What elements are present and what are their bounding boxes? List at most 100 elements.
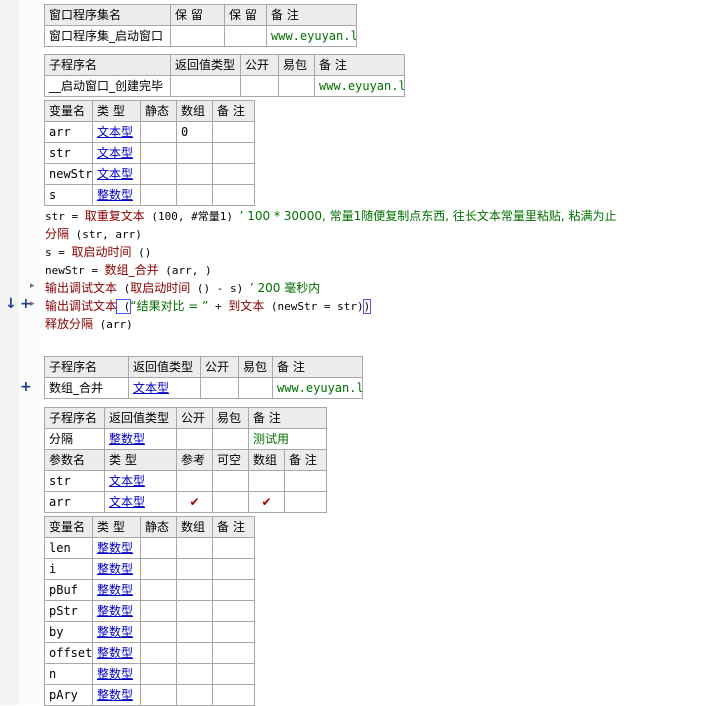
var-remark-cell[interactable] [212, 600, 255, 622]
return-type-cell[interactable]: 文本型 [128, 377, 201, 399]
sub-name-cell[interactable]: __启动窗口_创建完毕 [44, 75, 171, 97]
var-array-cell[interactable] [176, 163, 213, 185]
var-static-cell[interactable] [140, 663, 177, 685]
code-line-3[interactable]: s = 取启动时间 () [45, 243, 151, 261]
var-type-cell[interactable]: 整数型 [92, 537, 141, 559]
param-type-cell[interactable]: 文本型 [104, 491, 177, 513]
var-array-cell[interactable] [176, 184, 213, 206]
public-cell[interactable] [176, 428, 213, 450]
param-optional-cell[interactable] [212, 470, 249, 492]
var-name-cell[interactable]: str [44, 142, 93, 164]
var-type-cell[interactable]: 整数型 [92, 642, 141, 664]
var-array-cell[interactable] [176, 537, 213, 559]
var-remark-cell[interactable] [212, 163, 255, 185]
var-remark-cell[interactable] [212, 621, 255, 643]
param-name-cell[interactable]: str [44, 470, 105, 492]
var-static-cell[interactable] [140, 579, 177, 601]
var-remark-cell[interactable] [212, 579, 255, 601]
var-name-cell[interactable]: newStr [44, 163, 93, 185]
var-type-cell[interactable]: 文本型 [92, 121, 141, 143]
epack-cell[interactable] [278, 75, 315, 97]
var-type-cell[interactable]: 整数型 [92, 579, 141, 601]
var-type-cell[interactable]: 文本型 [92, 142, 141, 164]
remark-cell[interactable]: www.eyuyan.la [266, 25, 357, 47]
var-type-cell[interactable]: 整数型 [92, 600, 141, 622]
var-static-cell[interactable] [140, 184, 177, 206]
var-remark-cell[interactable] [212, 663, 255, 685]
remark-cell[interactable]: 测试用 [247, 428, 328, 450]
var-type-cell[interactable]: 整数型 [92, 558, 141, 580]
var-remark-cell[interactable] [212, 642, 255, 664]
var-array-cell[interactable] [176, 621, 213, 643]
var-name-cell[interactable]: pStr [44, 600, 93, 622]
var-array-cell[interactable] [176, 600, 213, 622]
code-line-6[interactable]: 输出调试文本 (“结果对比 = ” + 到文本 (newStr = str)) [45, 297, 372, 315]
code-line-1[interactable]: str = 取重复文本 (100, #常量1) ’ 100 * 30000, 常… [45, 207, 617, 225]
var-array-cell[interactable] [176, 579, 213, 601]
var-type-cell[interactable]: 整数型 [92, 663, 141, 685]
param-name-cell[interactable]: arr [44, 491, 105, 513]
var-array-cell[interactable] [176, 663, 213, 685]
reserved-cell-1[interactable] [170, 25, 225, 47]
param-byref-cell[interactable] [176, 470, 213, 492]
var-name-cell[interactable]: len [44, 537, 93, 559]
return-type-cell[interactable] [170, 75, 241, 97]
assembly-name-cell[interactable]: 窗口程序集_启动窗口 [44, 25, 171, 47]
var-array-cell[interactable] [176, 642, 213, 664]
var-remark-cell[interactable] [212, 142, 255, 164]
var-type-cell[interactable]: 整数型 [92, 684, 141, 706]
code-line-4[interactable]: newStr = 数组_合并 (arr, ) [45, 261, 212, 279]
public-cell[interactable] [240, 75, 279, 97]
var-static-cell[interactable] [140, 642, 177, 664]
var-name-cell[interactable]: i [44, 558, 93, 580]
epack-cell[interactable] [212, 428, 249, 450]
return-type-cell[interactable]: 整数型 [104, 428, 177, 450]
sub-name-cell[interactable]: 分隔 [44, 428, 105, 450]
remark-cell[interactable]: www.eyuyan.la [314, 75, 405, 97]
var-static-cell[interactable] [140, 121, 177, 143]
var-name-cell[interactable]: by [44, 621, 93, 643]
var-static-cell[interactable] [140, 537, 177, 559]
code-line-5[interactable]: 输出调试文本 (取启动时间 () - s) ’ 200 毫秒内 [45, 279, 320, 297]
var-name-cell[interactable]: pBuf [44, 579, 93, 601]
fold-icon[interactable]: ▸ [30, 281, 35, 291]
code-line-7[interactable]: 释放分隔 (arr) [45, 315, 133, 333]
var-type-cell[interactable]: 整数型 [92, 621, 141, 643]
param-array-check-icon[interactable]: ✔ [248, 491, 285, 513]
var-static-cell[interactable] [140, 600, 177, 622]
var-array-cell[interactable] [176, 142, 213, 164]
var-array-cell[interactable] [176, 684, 213, 706]
var-remark-cell[interactable] [212, 537, 255, 559]
var-static-cell[interactable] [140, 142, 177, 164]
reserved-cell-2[interactable] [224, 25, 267, 47]
var-static-cell[interactable] [140, 684, 177, 706]
var-name-cell[interactable]: offset [44, 642, 93, 664]
var-name-cell[interactable]: arr [44, 121, 93, 143]
var-static-cell[interactable] [140, 621, 177, 643]
epack-cell[interactable] [238, 377, 273, 399]
var-remark-cell[interactable] [212, 184, 255, 206]
param-type-cell[interactable]: 文本型 [104, 470, 177, 492]
var-static-cell[interactable] [140, 163, 177, 185]
remark-cell[interactable]: www.eyuyan.la [272, 377, 363, 399]
var-static-cell[interactable] [140, 558, 177, 580]
var-type-cell[interactable]: 整数型 [92, 184, 141, 206]
var-name-cell[interactable]: pAry [44, 684, 93, 706]
param-remark-cell[interactable] [283, 470, 328, 492]
param-byref-check-icon[interactable]: ✔ [176, 491, 213, 513]
param-remark-cell[interactable] [283, 491, 328, 513]
var-name-cell[interactable]: s [44, 184, 93, 206]
var-array-cell[interactable] [176, 558, 213, 580]
public-cell[interactable] [200, 377, 239, 399]
var-name-cell[interactable]: n [44, 663, 93, 685]
var-remark-cell[interactable] [212, 121, 255, 143]
fold-icon[interactable]: ▸ [30, 299, 35, 309]
var-remark-cell[interactable] [212, 558, 255, 580]
sub-name-cell[interactable]: 数组_合并 [44, 377, 129, 399]
expand-plus-icon[interactable]: + [20, 379, 32, 395]
param-array-cell[interactable] [248, 470, 285, 492]
var-type-cell[interactable]: 文本型 [92, 163, 141, 185]
var-array-cell[interactable]: 0 [176, 121, 213, 143]
var-remark-cell[interactable] [212, 684, 255, 706]
code-line-2[interactable]: 分隔 (str, arr) [45, 225, 142, 243]
